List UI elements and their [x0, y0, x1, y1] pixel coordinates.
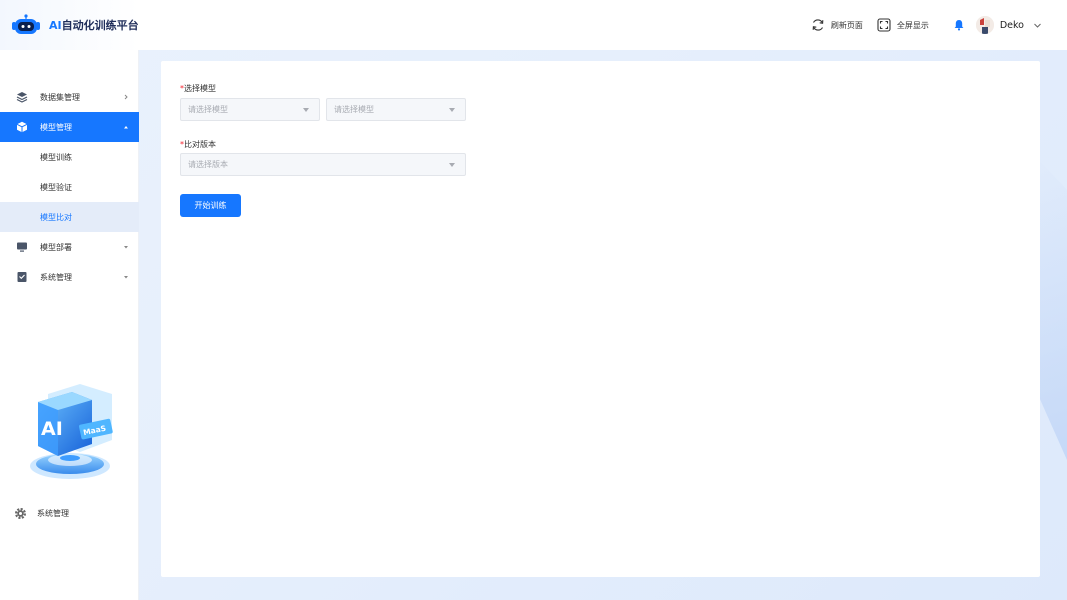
clipboard-icon: [16, 271, 28, 283]
refresh-page-label: 刷新页面: [830, 20, 863, 30]
sidebar-subitem-model-comparison[interactable]: 模型比对: [0, 202, 139, 232]
avatar-image: [975, 16, 994, 34]
model-select-1-placeholder: 请选择模型: [188, 105, 228, 114]
caret-down-icon: [303, 108, 309, 112]
fullscreen-icon: [877, 18, 891, 32]
layers-icon: [16, 91, 28, 103]
caret-down-icon: [124, 276, 128, 279]
fullscreen-label: 全屏显示: [896, 20, 929, 30]
start-training-button[interactable]: 开始训练: [180, 194, 241, 217]
sidebar-subitem-model-training[interactable]: 模型训练: [0, 142, 139, 172]
robot-logo-icon: [12, 14, 40, 34]
cube-icon: [16, 121, 28, 133]
chevron-down-icon[interactable]: [1033, 21, 1042, 30]
sidebar-item-model-management[interactable]: 模型管理: [0, 112, 139, 142]
sidebar-subitem-model-validation[interactable]: 模型验证: [0, 172, 139, 202]
sidebar-item-label: 模型部署: [40, 242, 72, 252]
avatar[interactable]: [975, 16, 994, 34]
sidebar-subitem-label: 模型比对: [40, 212, 72, 222]
sidebar-subitem-label: 模型验证: [40, 182, 72, 192]
monitor-icon: [16, 241, 28, 253]
sidebar-item-label: 系统管理: [40, 272, 72, 282]
comparison-form-card: *选择模型 请选择模型 请选择模型 *比对版本 请选择版本 开始训练: [161, 61, 1040, 577]
sidebar-item-label: 数据集管理: [40, 92, 80, 102]
fullscreen-button[interactable]: 全屏显示: [877, 18, 929, 32]
sidebar-item-label: 模型管理: [40, 122, 72, 132]
sidebar-subitem-label: 模型训练: [40, 152, 72, 162]
sidebar-item-system-management[interactable]: 系统管理: [0, 262, 139, 292]
sidebar: AI自动化训练平台 数据集管理 模型管理 模型训练 模型验证 模型比对 模型部署…: [0, 0, 139, 600]
version-select[interactable]: 请选择版本: [180, 153, 466, 176]
refresh-icon: [812, 19, 824, 31]
caret-down-icon: [124, 246, 128, 249]
header-actions: 刷新页面 全屏显示 Deko: [797, 0, 1042, 50]
version-select-placeholder: 请选择版本: [188, 160, 228, 169]
model-select-2[interactable]: 请选择模型: [326, 98, 466, 121]
model-select-1[interactable]: 请选择模型: [180, 98, 320, 121]
ai-maas-illustration: AI MaaS: [30, 384, 113, 479]
caret-down-icon: [449, 108, 455, 112]
app-title: AI自动化训练平台: [49, 19, 139, 32]
refresh-page-button[interactable]: 刷新页面: [811, 18, 863, 32]
sidebar-menu: 数据集管理 模型管理 模型训练 模型验证 模型比对 模型部署 系统管理: [0, 82, 139, 292]
chevron-right-icon: [124, 94, 128, 100]
start-training-label: 开始训练: [194, 201, 227, 210]
model-select-2-placeholder: 请选择模型: [334, 105, 374, 114]
compare-version-label: *比对版本: [180, 140, 216, 149]
app-logo[interactable]: AI自动化训练平台: [0, 0, 139, 50]
gear-icon: [14, 507, 27, 519]
bottom-system-settings-label: 系统管理: [37, 508, 69, 518]
bell-icon[interactable]: [953, 19, 965, 31]
caret-down-icon: [449, 163, 455, 167]
bottom-system-settings[interactable]: 系统管理: [14, 506, 69, 520]
illustration-ai-text: AI: [41, 418, 63, 440]
sidebar-item-dataset[interactable]: 数据集管理: [0, 82, 139, 112]
select-model-label: *选择模型: [180, 84, 216, 93]
caret-up-icon: [124, 126, 128, 129]
user-name[interactable]: Deko: [1000, 20, 1024, 31]
sidebar-item-model-deployment[interactable]: 模型部署: [0, 232, 139, 262]
top-header: 刷新页面 全屏显示 Deko: [139, 0, 1067, 50]
